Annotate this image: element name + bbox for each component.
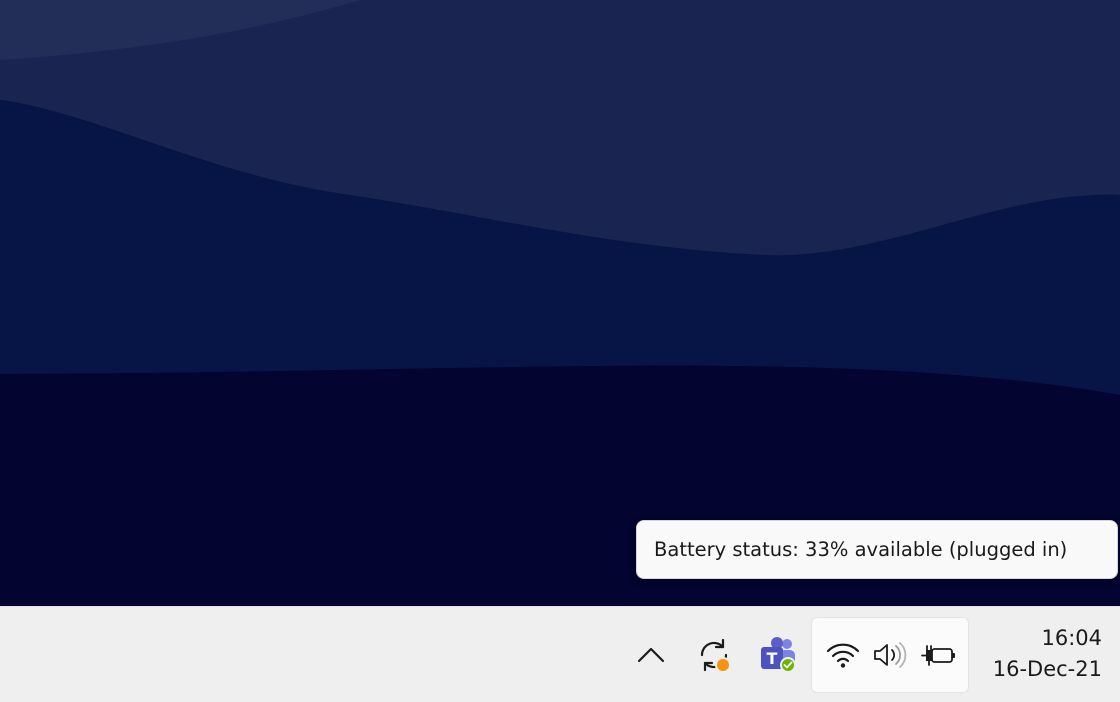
wifi-status xyxy=(822,630,864,680)
wifi-icon xyxy=(826,643,860,668)
teams-icon: T xyxy=(761,637,796,673)
sync-badge xyxy=(715,657,731,673)
battery-status xyxy=(916,630,962,680)
quick-settings-button[interactable] xyxy=(811,617,969,693)
battery-status-tooltip: Battery status: 33% available (plugged i… xyxy=(636,520,1118,579)
show-hidden-icons-button[interactable] xyxy=(628,629,674,681)
system-clock[interactable]: 16:04 16-Dec-21 xyxy=(976,623,1102,689)
clock-date: 16-Dec-21 xyxy=(992,657,1102,681)
sync-status-button[interactable] xyxy=(690,629,738,681)
taskbar: T 16:04 16-Dec-21 xyxy=(0,606,1120,702)
volume-icon xyxy=(874,642,907,668)
sync-icon xyxy=(700,638,731,673)
wallpaper-waves xyxy=(0,0,1120,606)
tooltip-text: Battery status: 33% available (plugged i… xyxy=(654,538,1068,561)
svg-text:T: T xyxy=(767,649,778,668)
clock-time: 16:04 xyxy=(1041,626,1102,650)
desktop-wallpaper xyxy=(0,0,1120,606)
volume-status xyxy=(868,630,910,680)
teams-tray-button[interactable]: T xyxy=(754,629,802,681)
battery-charging-icon xyxy=(921,645,955,666)
teams-status-badge xyxy=(780,657,796,673)
chevron-up-icon xyxy=(637,647,665,663)
